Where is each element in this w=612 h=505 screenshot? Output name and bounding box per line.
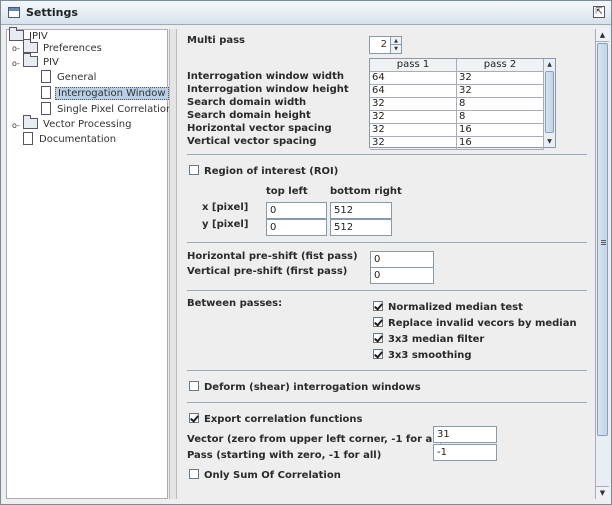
table-scroll-thumb[interactable] — [545, 71, 554, 133]
roi-x-label: x [pixel] — [202, 202, 249, 213]
export-vector-label: Vector (zero from upper left corner, -1 … — [187, 434, 444, 445]
document-icon — [23, 132, 33, 145]
separator — [187, 154, 587, 155]
tree-item-piv[interactable]: PIV — [23, 53, 61, 71]
table-cell[interactable]: 8 — [457, 98, 544, 111]
window-title: Settings — [26, 6, 78, 19]
scroll-up-icon[interactable]: ▲ — [544, 59, 555, 70]
document-icon — [41, 102, 51, 115]
table-cell[interactable]: 64 — [370, 72, 457, 85]
roi-y-label: y [pixel] — [202, 219, 249, 230]
table-cell[interactable]: 16 — [457, 137, 544, 150]
median-filter-checkbox[interactable]: 3x3 median filter — [373, 333, 484, 345]
export-pass-label: Pass (starting with zero, -1 for all) — [187, 450, 382, 461]
settings-window: Settings ⇱ JPIV o- Preferences o- PIV Ge… — [0, 0, 612, 505]
roi-x-topleft-input[interactable]: 0 — [266, 202, 327, 219]
table-cell[interactable]: 32 — [457, 85, 544, 98]
checkbox-box — [373, 349, 383, 359]
table-header-pass2: pass 2 — [457, 59, 544, 72]
checkbox-box — [189, 165, 199, 175]
collapse-toggle-icon[interactable]: o- — [12, 44, 20, 53]
roi-top-left-header: top left — [266, 186, 308, 197]
pass-table: pass 1 pass 2 64 32 64 32 32 8 32 8 32 1… — [369, 58, 556, 150]
document-icon — [41, 86, 51, 99]
export-correlation-checkbox[interactable]: Export correlation functions — [189, 413, 362, 425]
checkbox-box — [373, 333, 383, 343]
spinner-up-icon[interactable]: ▲ — [390, 37, 401, 45]
normalized-median-test-checkbox[interactable]: Normalized median test — [373, 301, 523, 313]
between-passes-label: Between passes: — [187, 298, 283, 309]
separator — [187, 290, 587, 291]
panel-scroll-thumb[interactable] — [597, 43, 608, 436]
pass-row-label: Vertical vector spacing — [187, 136, 317, 147]
pass-row-label: Horizontal vector spacing — [187, 123, 332, 134]
document-icon — [41, 70, 51, 83]
checkbox-box — [189, 413, 199, 423]
roi-bottom-right-header: bottom right — [330, 186, 402, 197]
tree-item-single-pixel-correlation[interactable]: Single Pixel Correlation — [41, 102, 174, 118]
panel-scrollbar[interactable]: ▲ ▼ — [595, 29, 609, 499]
table-cell[interactable]: 8 — [457, 111, 544, 124]
table-cell[interactable]: 32 — [370, 111, 457, 124]
pass-row-label: Search domain height — [187, 110, 311, 121]
vertical-preshift-label: Vertical pre-shift (first pass) — [187, 266, 348, 277]
export-vector-input[interactable]: 31 — [433, 426, 497, 443]
folder-icon — [23, 53, 38, 67]
table-cell[interactable]: 64 — [370, 85, 457, 98]
table-scrollbar[interactable]: ▲ ▼ — [543, 59, 555, 147]
expand-toggle-icon[interactable]: o- — [12, 121, 20, 130]
multipass-spinner[interactable]: 2 ▲ ▼ — [369, 36, 402, 54]
vertical-preshift-input[interactable]: 0 — [370, 267, 434, 284]
roi-y-topleft-input[interactable]: 0 — [266, 219, 327, 236]
separator — [187, 242, 587, 243]
maximize-icon[interactable]: ⇱ — [593, 6, 605, 18]
checkbox-box — [373, 317, 383, 327]
table-cell[interactable]: 32 — [370, 98, 457, 111]
folder-icon — [23, 115, 38, 129]
horizontal-preshift-input[interactable]: 0 — [370, 251, 434, 268]
multipass-value: 2 — [380, 39, 387, 50]
tree-item-vector-processing[interactable]: Vector Processing — [23, 115, 133, 133]
replace-invalid-vectors-checkbox[interactable]: Replace invalid vecors by median — [373, 317, 577, 329]
table-cell[interactable]: 32 — [370, 124, 457, 137]
tree-item-documentation[interactable]: Documentation — [23, 132, 118, 148]
export-pass-input[interactable]: -1 — [433, 444, 497, 461]
multipass-label: Multi pass — [187, 35, 245, 46]
folder-icon — [9, 27, 24, 41]
folder-icon — [23, 39, 38, 53]
horizontal-preshift-label: Horizontal pre-shift (fist pass) — [187, 251, 358, 262]
checkbox-box — [373, 301, 383, 311]
table-cell[interactable]: 32 — [370, 137, 457, 150]
table-cell[interactable]: 32 — [457, 72, 544, 85]
scroll-up-icon[interactable]: ▲ — [596, 29, 609, 42]
roi-y-bottomright-input[interactable]: 512 — [330, 219, 392, 236]
separator — [187, 402, 587, 403]
smoothing-checkbox[interactable]: 3x3 smoothing — [373, 349, 472, 361]
deform-windows-checkbox[interactable]: Deform (shear) interrogation windows — [189, 381, 421, 393]
tree-item-interrogation-window[interactable]: Interrogation Window — [41, 86, 169, 102]
table-cell[interactable]: 16 — [457, 124, 544, 137]
scroll-down-icon[interactable]: ▼ — [544, 136, 555, 147]
tree-item-general[interactable]: General — [41, 70, 98, 86]
pass-row-label: Interrogation window height — [187, 84, 349, 95]
window-icon — [8, 7, 20, 18]
title-bar: Settings ⇱ — [1, 1, 611, 25]
grip-icon — [601, 240, 606, 241]
checkbox-box — [189, 469, 199, 479]
checkbox-box — [189, 381, 199, 391]
pass-row-label: Search domain width — [187, 97, 307, 108]
split-divider[interactable] — [169, 29, 177, 499]
expand-toggle-icon[interactable]: o- — [12, 59, 20, 68]
spinner-down-icon[interactable]: ▼ — [390, 45, 401, 53]
pass-row-label: Interrogation window width — [187, 71, 344, 82]
scroll-down-icon[interactable]: ▼ — [596, 486, 609, 499]
only-sum-correlation-checkbox[interactable]: Only Sum Of Correlation — [189, 469, 341, 481]
roi-x-bottomright-input[interactable]: 512 — [330, 202, 392, 219]
settings-tree: JPIV o- Preferences o- PIV General Inter… — [6, 27, 172, 499]
table-header-pass1: pass 1 — [370, 59, 457, 72]
interrogation-settings-panel: Multi pass 2 ▲ ▼ Interrogation window wi… — [177, 29, 595, 499]
separator — [187, 370, 587, 371]
roi-checkbox[interactable]: Region of interest (ROI) — [189, 165, 338, 177]
